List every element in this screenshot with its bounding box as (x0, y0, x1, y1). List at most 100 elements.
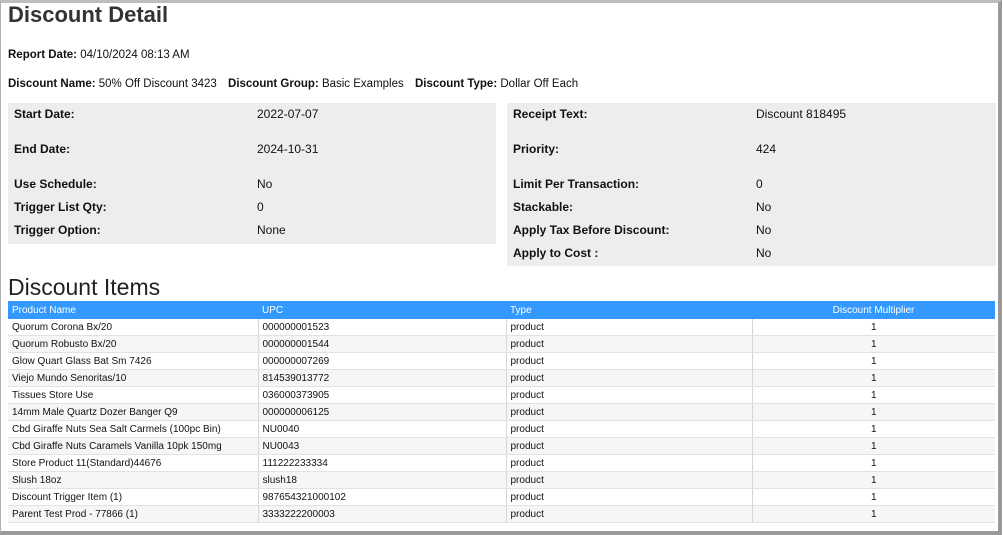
product-name-cell: Tissues Store Use (8, 386, 259, 404)
report-date-value: 04/10/2024 08:13 AM (80, 49, 190, 61)
type-cell: product (506, 471, 753, 489)
discount-settings-panel: Receipt Text: Discount 818495 Priority: … (507, 103, 996, 266)
product-name-cell: Store Product 11(Standard)44676 (8, 454, 259, 472)
discount-group-value: Basic Examples (321, 78, 404, 90)
detail-label: Apply Tax Before Discount: (513, 223, 670, 237)
report-frame: Discount Detail Report Date: 04/10/2024 … (0, 0, 1002, 535)
report-date-line: Report Date: 04/10/2024 08:13 AM (8, 49, 190, 61)
table-row[interactable]: Tissues Store Use 036000373905 product 1 (8, 386, 995, 404)
type-cell: product (506, 319, 753, 336)
detail-label: Receipt Text: (513, 107, 588, 121)
detail-value: No (756, 246, 772, 260)
type-cell: product (506, 420, 753, 438)
discount-summary-line: Discount Name: 50% Off Discount 3423 Dis… (8, 78, 578, 90)
upc-cell: 036000373905 (258, 386, 507, 404)
table-row[interactable]: Discount Trigger Item (1) 987654321000102… (8, 488, 995, 506)
detail-label: Trigger Option: (14, 223, 101, 237)
product-name-cell: Viejo Mundo Senoritas/10 (8, 369, 259, 387)
detail-value: 2024-10-31 (257, 142, 319, 156)
discount-multiplier-cell: 1 (752, 437, 995, 455)
detail-label: Use Schedule: (14, 177, 97, 191)
type-cell: product (506, 335, 753, 353)
detail-label: Apply to Cost : (513, 246, 599, 260)
discount-multiplier-cell: 1 (752, 454, 995, 472)
report-date-label: Report Date: (8, 49, 78, 61)
upc-cell: 987654321000102 (258, 488, 507, 506)
detail-label: Limit Per Transaction: (513, 177, 640, 191)
table-row[interactable]: Cbd Giraffe Nuts Sea Salt Carmels (100pc… (8, 420, 995, 438)
type-cell: product (506, 352, 753, 370)
detail-value: No (756, 223, 772, 237)
detail-label: End Date: (14, 142, 71, 156)
detail-label: Trigger List Qty: (14, 200, 107, 214)
type-cell: product (506, 505, 753, 523)
detail-value: Discount 818495 (756, 107, 847, 121)
column-header-discount-multiplier[interactable]: Discount Multiplier (752, 301, 995, 319)
discount-multiplier-cell: 1 (752, 488, 995, 506)
type-cell: product (506, 454, 753, 472)
table-row[interactable]: Glow Quart Glass Bat Sm 7426 000000007269… (8, 352, 995, 370)
upc-cell: 000000007269 (258, 352, 507, 370)
table-row[interactable]: 14mm Male Quartz Dozer Banger Q9 00000000… (8, 403, 995, 421)
type-cell: product (506, 386, 753, 404)
discount-multiplier-cell: 1 (752, 505, 995, 523)
discount-items-table: Product Name UPC Type Discount Multiplie… (8, 301, 995, 523)
product-name-cell: Discount Trigger Item (1) (8, 488, 259, 506)
product-name-cell: Slush 18oz (8, 471, 259, 489)
detail-value: None (257, 223, 286, 237)
discount-multiplier-cell: 1 (752, 403, 995, 421)
upc-cell: 814539013772 (258, 369, 507, 387)
table-row[interactable]: Slush 18oz slush18 product 1 (8, 471, 995, 489)
discount-type-value: Dollar Off Each (500, 78, 579, 90)
discount-multiplier-cell: 1 (752, 386, 995, 404)
upc-cell: 111222233334 (258, 454, 507, 472)
table-row[interactable]: Cbd Giraffe Nuts Caramels Vanilla 10pk 1… (8, 437, 995, 455)
discount-multiplier-cell: 1 (752, 369, 995, 387)
discount-multiplier-cell: 1 (752, 352, 995, 370)
table-row[interactable]: Viejo Mundo Senoritas/10 814539013772 prod… (8, 369, 995, 387)
discount-dates-panel: Start Date: 2022-07-07 End Date: 2024-10… (8, 103, 496, 244)
upc-cell: NU0043 (258, 437, 507, 455)
column-header-upc[interactable]: UPC (258, 301, 506, 319)
table-row[interactable]: Store Product 11(Standard)44676 111222233… (8, 454, 995, 472)
upc-cell: NU0040 (258, 420, 507, 438)
table-row[interactable]: Quorum Robusto Bx/20 000000001544 product 1 (8, 335, 995, 353)
detail-value: No (756, 200, 772, 214)
product-name-cell: Parent Test Prod - 77866 (1) (8, 505, 259, 523)
table-row[interactable]: Quorum Corona Bx/20 000000001523 product 1 (8, 319, 995, 336)
discount-group-label: Discount Group: (228, 78, 319, 90)
detail-label: Start Date: (14, 107, 75, 121)
column-header-product-name[interactable]: Product Name (8, 301, 258, 319)
upc-cell: 000000006125 (258, 403, 507, 421)
type-cell: product (506, 403, 753, 421)
product-name-cell: Quorum Robusto Bx/20 (8, 335, 259, 353)
table-row[interactable]: Parent Test Prod - 77866 (1) 333322220000… (8, 505, 995, 523)
column-header-type[interactable]: Type (506, 301, 752, 319)
product-name-cell: Cbd Giraffe Nuts Sea Salt Carmels (100pc… (8, 420, 259, 438)
discount-name-value: 50% Off Discount 3423 (98, 78, 217, 90)
type-cell: product (506, 488, 753, 506)
upc-cell: 000000001523 (258, 319, 507, 336)
detail-value: 0 (257, 200, 264, 214)
detail-value: 424 (756, 142, 777, 156)
upc-cell: 000000001544 (258, 335, 507, 353)
upc-cell: slush18 (258, 471, 507, 489)
type-cell: product (506, 369, 753, 387)
product-name-cell: Cbd Giraffe Nuts Caramels Vanilla 10pk 1… (8, 437, 259, 455)
table-body: Quorum Corona Bx/20 000000001523 product 1 Q… (8, 319, 995, 523)
discount-multiplier-cell: 1 (752, 420, 995, 438)
detail-value: 2022-07-07 (257, 107, 319, 121)
product-name-cell: Glow Quart Glass Bat Sm 7426 (8, 352, 259, 370)
discount-multiplier-cell: 1 (752, 335, 995, 353)
page-title: Discount Detail (8, 2, 169, 27)
detail-value: No (257, 177, 273, 191)
table-header-row: Product Name UPC Type Discount Multiplie… (8, 301, 995, 319)
detail-label: Stackable: (513, 200, 574, 214)
type-cell: product (506, 437, 753, 455)
product-name-cell: Quorum Corona Bx/20 (8, 319, 259, 336)
discount-multiplier-cell: 1 (752, 319, 995, 336)
discount-name-label: Discount Name: (8, 78, 96, 90)
discount-type-label: Discount Type: (414, 78, 498, 90)
discount-multiplier-cell: 1 (752, 471, 995, 489)
product-name-cell: 14mm Male Quartz Dozer Banger Q9 (8, 403, 259, 421)
